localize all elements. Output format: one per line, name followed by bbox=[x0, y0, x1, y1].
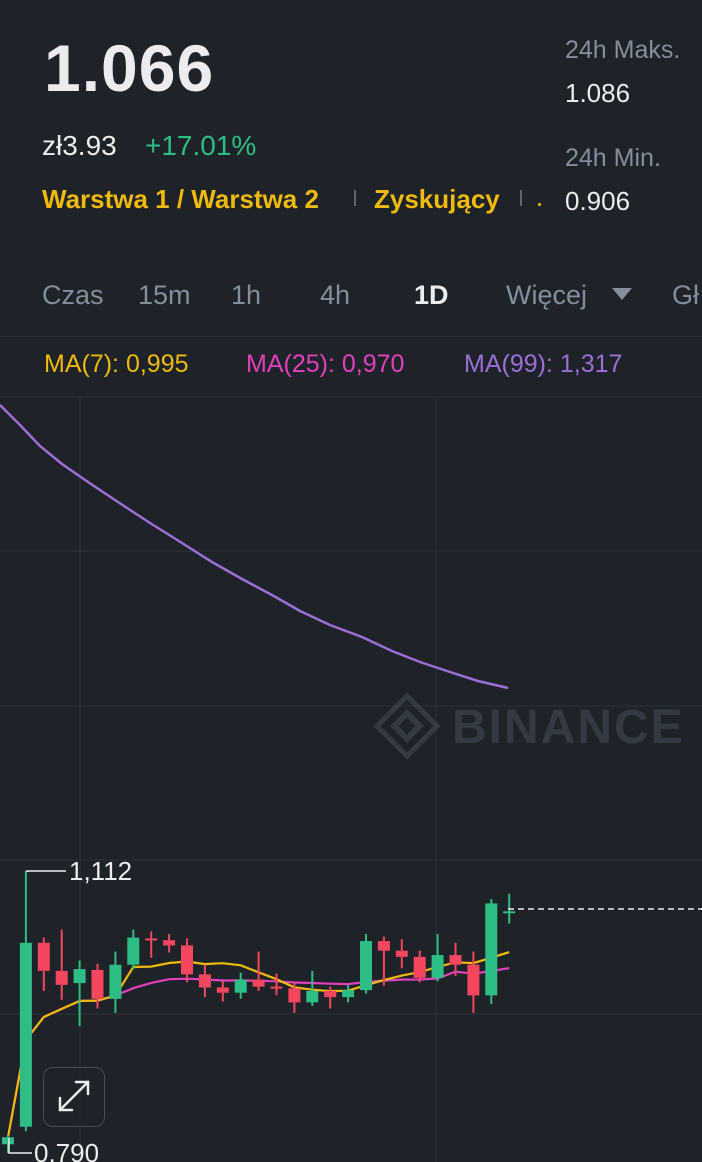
watermark-text: BINANCE bbox=[452, 701, 685, 754]
candle-body bbox=[485, 903, 498, 996]
candle-body bbox=[360, 941, 372, 991]
candle-body bbox=[181, 945, 193, 975]
tab-15m[interactable]: 15m bbox=[138, 280, 191, 311]
low-marker-label: 0,790 bbox=[34, 1138, 99, 1162]
tag-separator bbox=[520, 190, 522, 206]
last-price: 1.066 bbox=[44, 31, 215, 105]
candle bbox=[109, 951, 122, 1013]
candle-body bbox=[413, 956, 426, 978]
candle-body bbox=[288, 988, 301, 1003]
tab-more[interactable]: Więcej bbox=[506, 280, 587, 311]
ma99-value: MA(99): 1,317 bbox=[464, 350, 623, 378]
tag-layer[interactable]: Warstwa 1 / Warstwa 2 bbox=[42, 184, 319, 215]
candle-body bbox=[324, 990, 337, 998]
candle-body bbox=[467, 964, 480, 996]
tag-separator bbox=[354, 190, 356, 206]
caret-down-icon[interactable] bbox=[612, 288, 632, 300]
ma99-line bbox=[0, 404, 509, 690]
candle-body bbox=[377, 941, 390, 951]
high-marker-label: 1,112 bbox=[69, 856, 132, 886]
tab-depth[interactable]: Gł bbox=[672, 280, 699, 311]
candle-body bbox=[127, 937, 140, 965]
tag-more-dot bbox=[538, 203, 541, 206]
candle bbox=[216, 981, 229, 1002]
candle-body bbox=[342, 990, 355, 998]
candle-body bbox=[19, 942, 32, 1127]
candle-body bbox=[431, 955, 444, 978]
high-24h-label: 24h Maks. bbox=[565, 36, 681, 64]
candle-body bbox=[395, 950, 408, 957]
grid bbox=[0, 396, 702, 1162]
expand-icon bbox=[58, 1080, 90, 1112]
candle-body bbox=[270, 986, 283, 989]
candle-body bbox=[234, 979, 247, 993]
candle-body bbox=[2, 1137, 14, 1145]
candle-body bbox=[216, 987, 229, 993]
ma25-value: MA(25): 0,970 bbox=[246, 350, 405, 378]
fiat-price: zł3.93 bbox=[42, 130, 117, 161]
tab-time[interactable]: Czas bbox=[42, 280, 104, 311]
candle bbox=[73, 960, 86, 1027]
tab-1h[interactable]: 1h bbox=[231, 280, 261, 311]
candle-body bbox=[198, 974, 211, 988]
low-24h-label: 24h Min. bbox=[565, 144, 661, 172]
high-24h-value: 1.086 bbox=[565, 78, 631, 108]
tab-1d[interactable]: 1D bbox=[414, 280, 449, 311]
candle bbox=[198, 964, 211, 998]
candle bbox=[55, 929, 68, 1000]
candle-body bbox=[37, 942, 50, 971]
candle-body bbox=[73, 969, 86, 984]
binance-logo-icon bbox=[390, 709, 424, 743]
candle-body bbox=[306, 990, 319, 1003]
high-marker-line bbox=[26, 870, 66, 872]
candle-body bbox=[252, 979, 265, 987]
price-chart[interactable]: BINANCE 1,112 0,790 bbox=[0, 336, 702, 1162]
candle-body bbox=[163, 940, 176, 946]
tag-gainer[interactable]: Zyskujący bbox=[374, 184, 500, 215]
candle bbox=[360, 934, 372, 994]
candle bbox=[127, 929, 140, 970]
candle bbox=[288, 982, 301, 1013]
candle bbox=[342, 984, 355, 1003]
expand-chart-button[interactable] bbox=[43, 1067, 105, 1127]
candle-body bbox=[55, 970, 68, 985]
candle bbox=[145, 931, 158, 958]
candle bbox=[413, 950, 426, 983]
tab-4h[interactable]: 4h bbox=[320, 280, 350, 311]
candle bbox=[2, 1135, 14, 1153]
candle-body bbox=[449, 955, 462, 965]
candle-body bbox=[109, 964, 122, 999]
price-change-percent: +17.01% bbox=[145, 130, 257, 161]
candle bbox=[181, 938, 193, 983]
candle bbox=[431, 934, 444, 982]
low-24h-value: 0.906 bbox=[565, 186, 631, 216]
candle bbox=[234, 972, 247, 999]
candle-body bbox=[503, 911, 516, 914]
candle-body bbox=[145, 938, 158, 941]
candle bbox=[37, 937, 50, 991]
binance-logo-icon bbox=[373, 692, 441, 760]
candle-body bbox=[91, 969, 104, 999]
candle bbox=[19, 871, 32, 1132]
ma7-value: MA(7): 0,995 bbox=[44, 350, 189, 378]
candle bbox=[91, 963, 104, 1009]
candle bbox=[163, 934, 176, 953]
candle bbox=[395, 939, 408, 969]
binance-watermark: BINANCE bbox=[373, 692, 685, 760]
candle bbox=[485, 899, 498, 1005]
